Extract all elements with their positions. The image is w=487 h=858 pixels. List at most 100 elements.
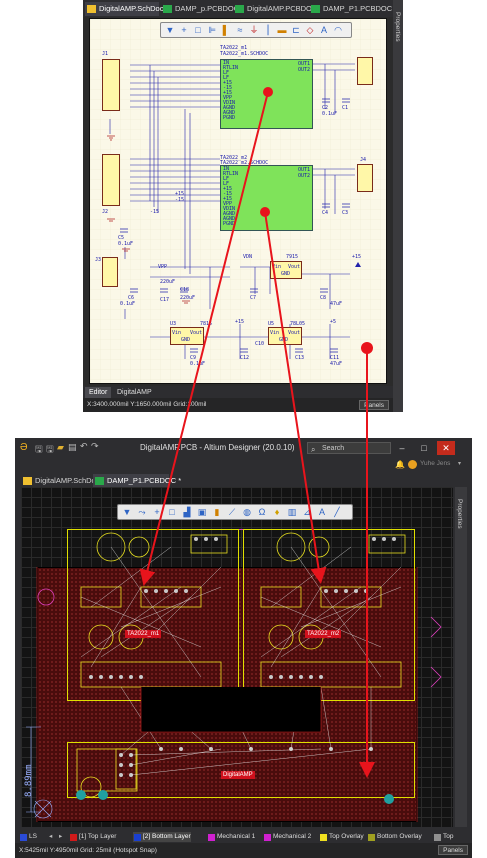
text-icon[interactable]: A: [316, 507, 328, 518]
power-label: +15: [352, 254, 362, 260]
digitalamp-tab[interactable]: DigitalAMP: [113, 387, 156, 398]
layer-color-swatch: [70, 834, 77, 841]
maximize-button[interactable]: □: [415, 441, 433, 455]
connector-j1[interactable]: [102, 59, 120, 111]
schematic-canvas[interactable]: J1 J2 J3 J4 TA2022_m1 TA2022_m1.SCHDOC I…: [89, 18, 387, 384]
pin-label: Vout: [189, 330, 202, 336]
connector-j5[interactable]: [357, 164, 373, 192]
connector-j4[interactable]: [357, 57, 373, 85]
part-icon[interactable]: ⎮: [262, 25, 274, 36]
panels-button[interactable]: Panels: [438, 845, 468, 855]
layer-label: Bottom Overlay: [377, 833, 422, 840]
undo-icon[interactable]: ↶: [80, 441, 88, 452]
connector-j3[interactable]: [102, 257, 118, 287]
designator-ta2022-m2[interactable]: TA2022_m2: [305, 630, 342, 638]
layer-prev-icon[interactable]: ◂: [49, 832, 52, 840]
print-icon[interactable]: ▤: [68, 442, 77, 453]
tab-label: DAMP_P1.PCBDOC: [323, 4, 393, 13]
designator-ta2022-m1[interactable]: TA2022_m1: [125, 630, 162, 638]
bus-icon[interactable]: ≈: [234, 25, 246, 36]
regulator-7915[interactable]: Vin Vout GND: [270, 261, 302, 279]
text-icon[interactable]: A: [318, 25, 330, 36]
cap-value: 0.1uF: [120, 301, 136, 307]
select-rect-icon[interactable]: □: [192, 25, 204, 36]
pcb-canvas[interactable]: 8.89mm TA2022_m1 TA2022_m2 DigitalAMP ▼ …: [21, 487, 453, 827]
route-icon[interactable]: ⤳: [136, 507, 148, 518]
line-icon[interactable]: ╱: [331, 507, 343, 518]
open-folder-icon[interactable]: ▰: [57, 442, 64, 453]
cap-label: C7: [250, 295, 257, 301]
user-name[interactable]: Yuhe Jens: [420, 460, 450, 467]
pcb-window: Ə 🖫 🖫 ▰ ▤ ↶ ↷ DigitalAMP.PCB - Altium De…: [15, 438, 472, 858]
interactive-route-icon[interactable]: ⟋: [226, 507, 238, 518]
cursor-coordinates: X:5425mil Y:4950mil Grid: 25mil (Hotspot…: [19, 847, 157, 854]
place-pad-icon[interactable]: ▮: [211, 507, 223, 518]
window-title: DigitalAMP.PCB - Altium Designer (20.0.1…: [140, 443, 295, 452]
avatar[interactable]: [408, 460, 417, 469]
layer-color-swatch: [264, 834, 271, 841]
keepout-icon[interactable]: ▥: [286, 507, 298, 518]
connector-j2[interactable]: [102, 154, 120, 206]
properties-side-panel[interactable]: Properties: [393, 0, 403, 412]
add-icon[interactable]: +: [178, 25, 190, 36]
redo-icon[interactable]: ↷: [91, 441, 99, 452]
tab-digitalamp-pcbdoc[interactable]: DigitalAMP.PCBDOC: [233, 2, 317, 16]
filter-icon[interactable]: ▼: [164, 25, 176, 36]
layer-set-ls[interactable]: LS: [19, 832, 37, 842]
wire-icon[interactable]: ▌: [220, 25, 232, 36]
cap-label: C8: [320, 295, 327, 301]
sheet-symbol-ta2022-m1[interactable]: IN RTLIN LF LF +15 -15 +15 VPP VDIN AGND…: [220, 59, 313, 129]
schematic-doc-icon: [23, 477, 32, 485]
add-icon[interactable]: +: [151, 507, 163, 518]
chip-pin-list: IN RTLIN LF LF +15 -15 +15 VPP VDIN AGND…: [223, 61, 238, 121]
save-all-icon[interactable]: 🖫: [46, 442, 54, 458]
regulator-7815[interactable]: Vin Vout GND: [170, 327, 204, 345]
regulator-78l05[interactable]: Vin Vout GND: [268, 327, 302, 345]
j4-label: J4: [360, 157, 367, 163]
tab-damp-p1-pcbdoc[interactable]: DAMP_P1.PCBDOC: [309, 2, 393, 16]
properties-side-panel[interactable]: Properties: [455, 487, 467, 827]
component-icon[interactable]: ▣: [196, 507, 208, 518]
schematic-status-bar: X:3400.000mil Y:1650.000mil Grid:100mil …: [83, 398, 393, 412]
layer-bottom[interactable]: [2] Bottom Layer: [133, 832, 191, 842]
layer-top[interactable]: [1] Top Layer: [69, 832, 116, 842]
text-string-icon[interactable]: Ω: [256, 507, 268, 518]
chip-pin-list: IN RTLIN LF LF +15 -15 +15 VPP VDIN AGND…: [223, 167, 238, 227]
directive-icon[interactable]: ◇: [304, 25, 316, 36]
close-button[interactable]: ✕: [437, 441, 455, 455]
search-input[interactable]: ⌕ Search: [307, 442, 391, 454]
layer-mechanical-1[interactable]: Mechanical 1: [207, 832, 255, 842]
chart-icon[interactable]: ▟: [181, 507, 193, 518]
save-icon[interactable]: 🖫: [35, 442, 43, 458]
pin-label: GND: [281, 271, 291, 277]
layer-bottom-overlay[interactable]: Bottom Overlay: [367, 832, 422, 842]
tab-damp-p1-pcbdoc[interactable]: DAMP_P1.PCBDOC *: [93, 474, 181, 488]
tab-digitalamp-schdoc[interactable]: DigitalAMP.SchDoc: [85, 2, 163, 16]
sheet-symbol-ta2022-m2[interactable]: IN RTLIN LF LF +15 -15 +15 VPP VDIN AGND…: [220, 165, 313, 231]
tab-damp-p-pcbdoc[interactable]: DAMP_p.PCBDOC *: [161, 2, 244, 16]
arc-icon[interactable]: ◠: [332, 25, 344, 36]
chip-out-list: OUT1 OUT2: [298, 61, 310, 73]
layer-mechanical-2[interactable]: Mechanical 2: [263, 832, 311, 842]
port-icon[interactable]: ▬: [276, 25, 288, 36]
dimension-icon[interactable]: ⊿: [301, 507, 313, 518]
layer-top-overlay[interactable]: Top Overlay: [319, 832, 364, 842]
via-icon[interactable]: ◍: [241, 507, 253, 518]
filter-icon[interactable]: ▼: [121, 507, 133, 518]
cap-value: 0.1uF: [118, 241, 134, 247]
panels-button[interactable]: Panels: [359, 400, 389, 410]
select-rect-icon[interactable]: □: [166, 507, 178, 518]
minimize-button[interactable]: –: [393, 441, 411, 455]
notification-bell-icon[interactable]: 🔔: [395, 460, 405, 469]
tab-digitalamp-schdoc[interactable]: DigitalAMP.SchDoc: [21, 474, 99, 488]
editor-tab[interactable]: Editor: [85, 387, 112, 398]
power-port-icon[interactable]: ⏚: [248, 25, 260, 36]
layer-top-paste[interactable]: Top: [433, 832, 453, 842]
designator-digitalamp[interactable]: DigitalAMP: [221, 771, 255, 779]
chevron-down-icon[interactable]: ▾: [458, 460, 461, 467]
layer-next-icon[interactable]: ▸: [59, 832, 62, 840]
align-icon[interactable]: ⊫: [206, 25, 218, 36]
polygon-icon[interactable]: ♦: [271, 507, 283, 518]
net-label-icon[interactable]: ⊏: [290, 25, 302, 36]
document-tab-bar: DigitalAMP.SchDoc DAMP_p.PCBDOC * Digita…: [83, 0, 403, 17]
